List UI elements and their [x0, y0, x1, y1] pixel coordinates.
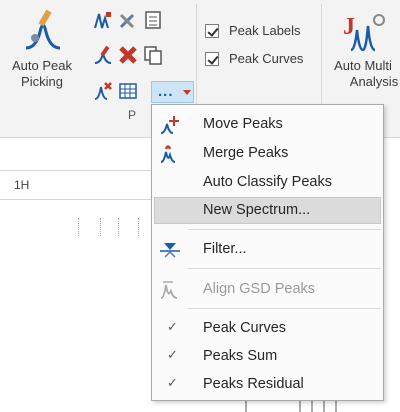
auto-multi-analysis-button[interactable]: J Auto Multi Analysis: [326, 4, 400, 108]
menu-separator: [188, 268, 381, 269]
edit-peak-icon[interactable]: [93, 45, 113, 65]
check-icon: ✓: [167, 319, 178, 334]
auto-peak-picking-button[interactable]: Auto Peak Picking: [6, 4, 78, 108]
auto-peak-picking-label-1: Auto Peak: [12, 58, 72, 73]
axis-tick: [118, 218, 119, 236]
menu-item-filter[interactable]: Filter...: [154, 236, 381, 263]
peak-delete-icon[interactable]: [93, 81, 113, 101]
spectrum-axis-header: 1H: [0, 170, 160, 200]
check-icon: ✓: [167, 347, 178, 362]
menu-item-label: Merge Peaks: [203, 145, 289, 161]
menu-item-label: Filter...: [203, 241, 247, 257]
peak-pick-manual-icon[interactable]: [93, 10, 113, 30]
menu-item-label: Align GSD Peaks: [203, 281, 316, 297]
auto-multi-label-2: Analysis: [349, 74, 399, 89]
more-dropdown-menu: Move Peaks Merge Peaks Auto Classify Pea…: [151, 104, 384, 401]
menu-item-label: Peaks Residual: [203, 376, 304, 392]
tools-icon[interactable]: [118, 10, 138, 30]
svg-text:J: J: [343, 14, 355, 40]
peak-labels-label: Peak Labels: [229, 23, 301, 38]
auto-peak-picking-label-2: Picking: [21, 74, 63, 89]
auto-multi-analysis-icon: J: [343, 14, 385, 52]
more-dots-icon: ...: [158, 83, 174, 100]
auto-peak-picking-icon: [25, 9, 61, 50]
move-peaks-icon: [160, 116, 179, 134]
menu-item-label: New Spectrum...: [203, 202, 311, 218]
menu-item-merge-peaks[interactable]: Merge Peaks: [154, 140, 381, 167]
auto-multi-label-1: Auto Multi: [334, 58, 392, 73]
peak-curves-check[interactable]: [205, 52, 219, 66]
menu-item-label: Peaks Sum: [203, 348, 278, 364]
chevron-down-icon: [183, 90, 191, 95]
menu-item-new-spectrum[interactable]: New Spectrum...: [154, 197, 381, 224]
menu-separator: [188, 308, 381, 309]
menu-item-label: Auto Classify Peaks: [203, 174, 332, 190]
align-peaks-icon: [160, 281, 178, 299]
copy-icon[interactable]: [143, 45, 163, 65]
menu-item-label: Move Peaks: [203, 116, 283, 132]
menu-item-move-peaks[interactable]: Move Peaks: [154, 111, 381, 138]
menu-item-align-gsd-peaks[interactable]: Align GSD Peaks: [154, 276, 381, 303]
menu-item-label: Peak Curves: [203, 320, 287, 336]
peak-labels-check[interactable]: [205, 24, 219, 38]
peak-curves-label: Peak Curves: [229, 51, 304, 66]
axis-tick: [100, 218, 101, 236]
menu-item-peaks-sum[interactable]: ✓ Peaks Sum: [154, 343, 381, 370]
menu-separator: [188, 229, 381, 230]
menu-item-auto-classify-peaks[interactable]: Auto Classify Peaks: [154, 169, 381, 196]
axis-tick: [138, 218, 139, 236]
table-icon[interactable]: [118, 81, 138, 101]
peak-list-icon[interactable]: [143, 10, 163, 30]
menu-item-peaks-residual[interactable]: ✓ Peaks Residual: [154, 371, 381, 398]
merge-peaks-icon: [160, 145, 176, 163]
group-label: P: [128, 108, 137, 122]
more-button[interactable]: ...: [151, 81, 194, 103]
nucleus-label: 1H: [14, 178, 30, 192]
delete-peaks-icon[interactable]: [118, 45, 138, 65]
filter-icon: [160, 243, 180, 258]
axis-tick: [78, 218, 79, 236]
menu-item-peak-curves[interactable]: ✓ Peak Curves: [154, 315, 381, 342]
check-icon: ✓: [167, 375, 178, 390]
